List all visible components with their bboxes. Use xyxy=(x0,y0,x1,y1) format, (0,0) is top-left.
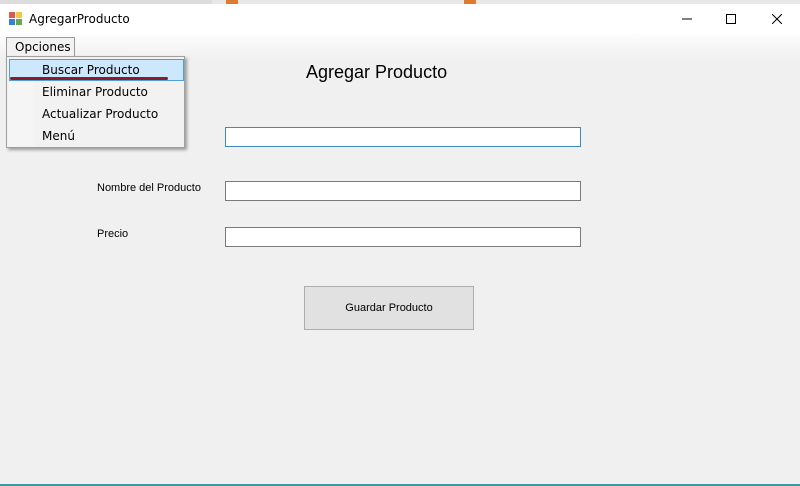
nombre-label: Nombre del Producto xyxy=(97,182,201,194)
annotation-underline xyxy=(10,77,168,80)
close-icon xyxy=(772,14,782,24)
menu-opciones[interactable]: Opciones xyxy=(6,37,75,57)
menu-item-menu[interactable]: Menú xyxy=(9,125,184,147)
window-title: AgregarProducto xyxy=(29,12,130,26)
minimize-icon xyxy=(682,18,692,20)
menu-item-eliminar-producto[interactable]: Eliminar Producto xyxy=(9,81,184,103)
title-bar: AgregarProducto xyxy=(0,4,800,34)
precio-field[interactable] xyxy=(225,227,581,247)
nombre-field[interactable] xyxy=(225,181,581,201)
app-icon xyxy=(9,12,22,25)
save-button[interactable]: Guardar Producto xyxy=(304,286,474,330)
precio-label: Precio xyxy=(97,228,129,240)
close-button[interactable] xyxy=(754,4,800,34)
maximize-button[interactable] xyxy=(708,4,754,34)
id-field[interactable] xyxy=(225,127,581,147)
maximize-icon xyxy=(726,14,736,24)
opciones-dropdown: Buscar Producto Eliminar Producto Actual… xyxy=(6,56,185,148)
page-title: Agregar Producto xyxy=(306,62,448,82)
menu-item-actualizar-producto[interactable]: Actualizar Producto xyxy=(9,103,184,125)
minimize-button[interactable] xyxy=(664,4,710,34)
